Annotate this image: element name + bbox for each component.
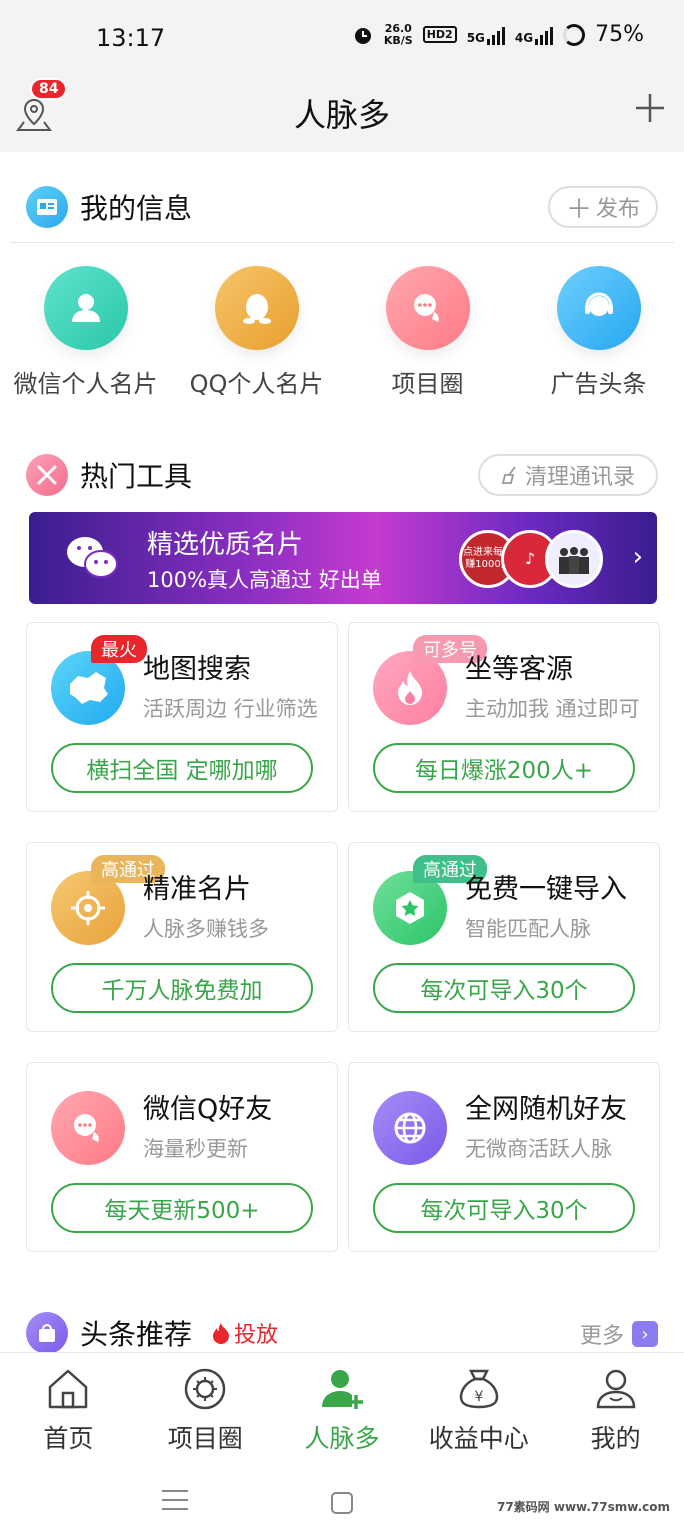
status-time: 13:17 <box>96 24 166 52</box>
status-bar: 13:17 26.0 KB/S HD2 5G 4G 75% <box>0 0 684 76</box>
tool-subtitle: 活跃周边 行业筛选 <box>143 697 318 721</box>
circle-gear-icon <box>184 1368 226 1410</box>
system-nav-bar: 77素码网 www.77smw.com <box>0 1462 684 1524</box>
tool-card-free-import[interactable]: 高通过 免费一键导入 智能匹配人脉 每次可导入30个 <box>348 842 660 1032</box>
shopping-bag-icon <box>26 1312 68 1354</box>
hd-icon: HD2 <box>422 26 457 43</box>
chevron-right-icon: › <box>632 542 643 572</box>
signal-5g-icon: 5G <box>467 25 505 45</box>
tools-icon <box>26 454 68 496</box>
info-item-qq-card[interactable]: QQ个人名片 <box>171 266 342 399</box>
info-item-wechat-card[interactable]: 微信个人名片 <box>0 266 171 399</box>
tool-title: 地图搜索 <box>143 654 251 685</box>
section-title: 热门工具 <box>80 460 193 493</box>
user-icon <box>596 1369 635 1409</box>
tool-card-precise-card[interactable]: 高通过 精准名片 人脉多赚钱多 千万人脉免费加 <box>26 842 338 1032</box>
flame-icon <box>213 1323 230 1344</box>
tool-subtitle: 人脉多赚钱多 <box>143 917 269 941</box>
status-indicators: 26.0 KB/S HD2 5G 4G 75% <box>352 22 644 47</box>
tool-action-button[interactable]: 每日爆涨200人+ <box>373 743 635 793</box>
tab-home[interactable]: 首页 <box>0 1353 137 1462</box>
qq-penguin-icon <box>214 266 299 350</box>
plus-icon: ＋ <box>565 194 592 225</box>
tool-action-button[interactable]: 每天更新500+ <box>51 1183 313 1233</box>
id-card-icon <box>26 186 68 228</box>
add-person-icon <box>321 1370 363 1409</box>
signal-4g-icon: 4G <box>515 25 554 45</box>
tool-subtitle: 无微商活跃人脉 <box>465 1137 612 1161</box>
tool-title: 免费一键导入 <box>465 874 627 905</box>
tab-mine[interactable]: 我的 <box>547 1353 684 1462</box>
chevron-right-icon: › <box>632 1321 658 1347</box>
person-icon <box>43 266 128 350</box>
my-info-row: 微信个人名片 QQ个人名片 项目圈 广告头条 <box>0 266 684 399</box>
alarm-icon <box>354 27 371 44</box>
more-link[interactable]: 更多 › <box>580 1318 658 1350</box>
bottom-tab-bar: 首页 项目圈 人脉多 ¥ 收益中心 我的 <box>0 1352 684 1462</box>
hot-tools-header: 热门工具 <box>26 454 192 496</box>
people-photo-circle <box>545 530 603 588</box>
my-info-header: 我的信息 <box>26 186 192 228</box>
main-content: 我的信息 ＋发布 微信个人名片 QQ个人名片 项目圈 广告头条 热门工具 清理通… <box>0 152 684 1352</box>
info-item-ad-headline[interactable]: 广告头条 <box>513 266 684 399</box>
wechat-icon <box>67 537 118 578</box>
advertise-link[interactable]: 投放 <box>212 1317 278 1349</box>
tool-title: 坐等客源 <box>465 654 573 685</box>
tool-action-button[interactable]: 千万人脉免费加 <box>51 963 313 1013</box>
broom-icon <box>501 466 516 484</box>
section-title: 我的信息 <box>80 192 193 225</box>
chat-bubble-icon <box>385 266 470 350</box>
network-speed: 26.0 KB/S <box>383 21 413 47</box>
add-icon[interactable] <box>634 92 666 124</box>
tool-title: 精准名片 <box>143 874 251 905</box>
hot-tag: 最火 <box>91 635 147 663</box>
home-icon <box>49 1369 88 1409</box>
banner-title: 精选优质名片 <box>147 530 304 560</box>
app-header: 84 人脉多 <box>0 76 684 152</box>
tool-card-map-search[interactable]: 最火 地图搜索 活跃周边 行业筛选 横扫全国 定哪加哪 <box>26 622 338 812</box>
tab-earnings[interactable]: ¥ 收益中心 <box>410 1353 547 1462</box>
money-bag-icon: ¥ <box>459 1369 499 1409</box>
clean-contacts-button[interactable]: 清理通讯录 <box>478 454 658 496</box>
tool-subtitle: 智能匹配人脉 <box>465 917 591 941</box>
menu-icon[interactable] <box>162 1490 188 1517</box>
tool-card-wait-customers[interactable]: 可多号 坐等客源 主动加我 通过即可 每日爆涨200人+ <box>348 622 660 812</box>
tool-title: 微信Q好友 <box>143 1094 273 1125</box>
tool-subtitle: 海量秒更新 <box>143 1137 248 1161</box>
tool-action-button[interactable]: 横扫全国 定哪加哪 <box>51 743 313 793</box>
headset-icon <box>556 266 641 350</box>
tool-action-button[interactable]: 每次可导入30个 <box>373 1183 635 1233</box>
info-item-project-circle[interactable]: 项目圈 <box>342 266 513 399</box>
globe-icon <box>373 1091 447 1165</box>
tool-subtitle: 主动加我 通过即可 <box>465 697 640 721</box>
battery-icon <box>563 23 586 46</box>
svg-text:¥: ¥ <box>474 1389 483 1405</box>
publish-button[interactable]: ＋发布 <box>548 186 658 228</box>
chat-bubbles-icon <box>51 1091 125 1165</box>
battery-percent: 75% <box>595 22 644 47</box>
tool-action-button[interactable]: 每次可导入30个 <box>373 963 635 1013</box>
watermark: 77素码网 www.77smw.com <box>496 1500 670 1514</box>
tab-contacts[interactable]: 人脉多 <box>274 1353 411 1462</box>
tool-card-wechat-qq-friends[interactable]: 微信Q好友 海量秒更新 每天更新500+ <box>26 1062 338 1252</box>
divider <box>10 242 674 243</box>
tool-title: 全网随机好友 <box>465 1094 627 1125</box>
news-header: 头条推荐 投放 <box>26 1312 278 1354</box>
tool-card-random-friends[interactable]: 全网随机好友 无微商活跃人脉 每次可导入30个 <box>348 1062 660 1252</box>
page-title: 人脉多 <box>293 96 390 134</box>
banner-subtitle: 100%真人高通过 好出单 <box>147 568 382 592</box>
section-title: 头条推荐 <box>80 1318 193 1351</box>
promo-banner[interactable]: 精选优质名片 100%真人高通过 好出单 点进来每天赚1000元 ♪ › <box>29 512 657 604</box>
tab-project-circle[interactable]: 项目圈 <box>137 1353 274 1462</box>
home-button-icon[interactable] <box>331 1492 353 1514</box>
